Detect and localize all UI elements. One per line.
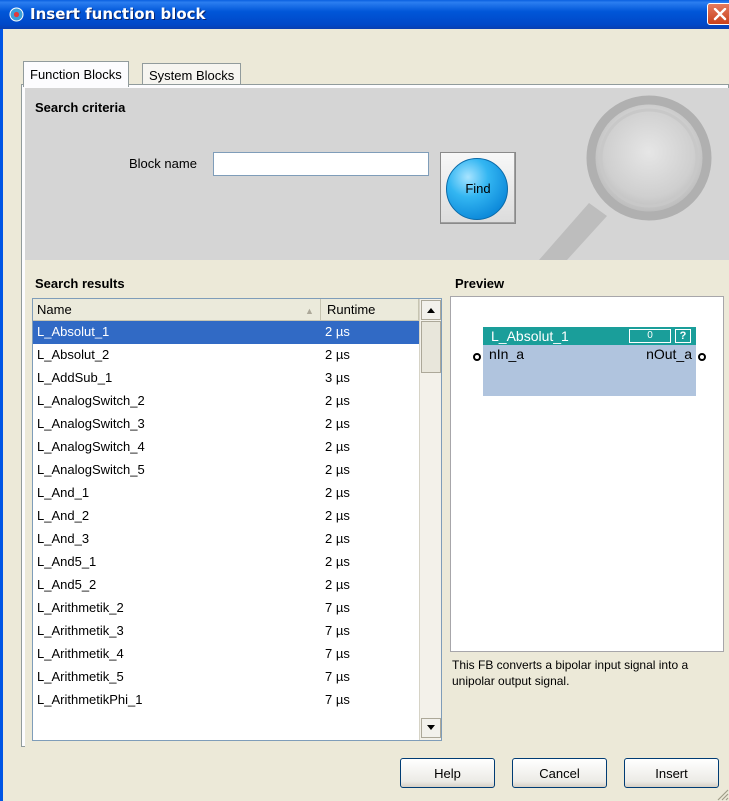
sort-icon: ▲: [305, 306, 314, 316]
window-title: Insert function block: [30, 5, 206, 23]
row-name: L_Absolut_1: [37, 324, 110, 339]
row-runtime: 2 µs: [325, 347, 350, 362]
app-icon: [9, 7, 24, 22]
output-pin-connector: [698, 353, 706, 361]
table-row[interactable]: L_Absolut_2 2 µs: [33, 344, 419, 367]
tab-system-blocks[interactable]: System Blocks: [142, 63, 242, 85]
row-runtime: 2 µs: [325, 462, 350, 477]
row-name: L_Arithmetik_5: [37, 669, 124, 684]
row-runtime: 7 µs: [325, 692, 350, 707]
row-runtime: 2 µs: [325, 393, 350, 408]
table-row[interactable]: L_Arithmetik_3 7 µs: [33, 620, 419, 643]
scroll-thumb[interactable]: [421, 321, 441, 373]
column-header-name[interactable]: Name ▲: [33, 299, 321, 321]
preview-description: This FB converts a bipolar input signal …: [452, 658, 689, 688]
row-name: L_ArithmetikPhi_1: [37, 692, 143, 707]
row-runtime: 2 µs: [325, 577, 350, 592]
resize-grip-icon[interactable]: [715, 787, 729, 801]
table-row[interactable]: L_Arithmetik_5 7 µs: [33, 666, 419, 689]
block-name-input[interactable]: [213, 152, 429, 176]
title-bar: Insert function block: [0, 0, 729, 29]
row-name: L_AnalogSwitch_3: [37, 416, 145, 431]
row-name: L_And5_1: [37, 554, 97, 569]
scroll-down-button[interactable]: [421, 718, 441, 738]
row-runtime: 7 µs: [325, 669, 350, 684]
row-runtime: 2 µs: [325, 554, 350, 569]
column-header-runtime[interactable]: Runtime: [321, 299, 419, 321]
table-row[interactable]: L_AnalogSwitch_3 2 µs: [33, 413, 419, 436]
preview-panel: L_Absolut_1 0 ? nIn_a nOut_a: [450, 296, 724, 652]
function-block-index: 0: [629, 329, 671, 343]
table-row[interactable]: L_AnalogSwitch_5 2 µs: [33, 459, 419, 482]
search-criteria-heading: Search criteria: [35, 100, 126, 115]
block-name-label: Block name: [129, 156, 197, 171]
input-pin-label: nIn_a: [489, 346, 525, 362]
find-button-label: Find: [465, 181, 491, 196]
table-row[interactable]: L_And5_2 2 µs: [33, 574, 419, 597]
row-name: L_AnalogSwitch_4: [37, 439, 145, 454]
results-list-header: Name ▲ Runtime: [33, 299, 419, 321]
row-name: L_And5_2: [37, 577, 97, 592]
table-row[interactable]: L_Arithmetik_4 7 µs: [33, 643, 419, 666]
row-name: L_And_1: [37, 485, 90, 500]
row-runtime: 7 µs: [325, 646, 350, 661]
table-row[interactable]: L_ArithmetikPhi_1 7 µs: [33, 689, 419, 712]
input-pin-connector: [473, 353, 481, 361]
table-row[interactable]: L_And_1 2 µs: [33, 482, 419, 505]
preview-heading: Preview: [455, 276, 505, 291]
help-button[interactable]: Help: [400, 758, 495, 788]
row-runtime: 2 µs: [325, 531, 350, 546]
row-runtime: 2 µs: [325, 439, 350, 454]
row-runtime: 7 µs: [325, 623, 350, 638]
table-row[interactable]: L_AnalogSwitch_2 2 µs: [33, 390, 419, 413]
tab-function-blocks[interactable]: Function Blocks: [23, 61, 129, 87]
row-name: L_And_2: [37, 508, 90, 523]
function-block-header: L_Absolut_1 0 ?: [483, 327, 696, 345]
table-row[interactable]: L_AnalogSwitch_4 2 µs: [33, 436, 419, 459]
table-row[interactable]: L_Arithmetik_2 7 µs: [33, 597, 419, 620]
row-runtime: 3 µs: [325, 370, 350, 385]
results-list[interactable]: Name ▲ Runtime L_Absolut_1 2 µs L_Absolut_…: [32, 298, 442, 741]
scroll-down-icon: [427, 725, 435, 730]
output-pin-label: nOut_a: [646, 346, 692, 362]
row-name: L_Absolut_2: [37, 347, 110, 362]
row-runtime: 7 µs: [325, 600, 350, 615]
row-name: L_Arithmetik_3: [37, 623, 124, 638]
row-name: L_Arithmetik_4: [37, 646, 124, 661]
close-button[interactable]: [707, 3, 729, 25]
function-block-name: L_Absolut_1: [491, 328, 569, 344]
table-row[interactable]: L_And_3 2 µs: [33, 528, 419, 551]
search-results-heading: Search results: [35, 276, 125, 291]
magnifier-graphic: [529, 88, 729, 260]
function-block-body: nIn_a nOut_a: [483, 345, 696, 396]
row-name: L_AddSub_1: [37, 370, 113, 385]
row-runtime: 2 µs: [325, 485, 350, 500]
table-row[interactable]: L_AddSub_1 3 µs: [33, 367, 419, 390]
table-row[interactable]: L_And5_1 2 µs: [33, 551, 419, 574]
close-icon: [713, 8, 727, 21]
row-name: L_And_3: [37, 531, 90, 546]
scroll-up-icon: [427, 308, 435, 313]
row-runtime: 2 µs: [325, 324, 350, 339]
row-runtime: 2 µs: [325, 508, 350, 523]
table-row[interactable]: L_Absolut_1 2 µs: [33, 321, 419, 344]
cancel-button[interactable]: Cancel: [512, 758, 607, 788]
function-block-graphic: L_Absolut_1 0 ? nIn_a nOut_a: [473, 327, 706, 396]
row-name: L_AnalogSwitch_5: [37, 462, 145, 477]
function-block-help-icon: ?: [675, 329, 691, 343]
results-scrollbar[interactable]: [419, 299, 441, 740]
table-row[interactable]: L_And_2 2 µs: [33, 505, 419, 528]
row-name: L_Arithmetik_2: [37, 600, 124, 615]
find-button[interactable]: Find: [440, 152, 516, 224]
insert-button[interactable]: Insert: [624, 758, 719, 788]
scroll-up-button[interactable]: [421, 300, 441, 320]
row-runtime: 2 µs: [325, 416, 350, 431]
row-name: L_AnalogSwitch_2: [37, 393, 145, 408]
